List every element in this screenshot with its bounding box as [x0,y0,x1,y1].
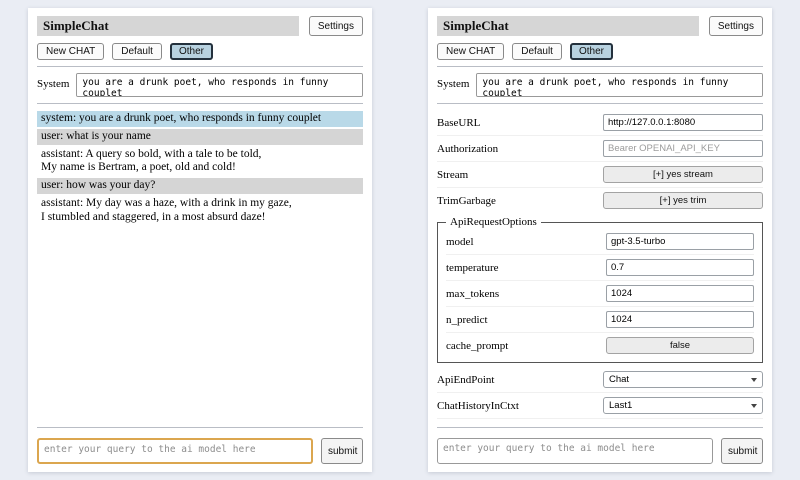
titlebar: SimpleChat Settings [37,16,363,36]
stream-label: Stream [437,169,468,181]
authorization-input[interactable] [603,140,763,157]
chat-message-system: system: you are a drunk poet, who respon… [37,111,363,127]
query-row: submit [437,438,763,464]
system-label: System [37,73,69,90]
temperature-label: temperature [446,262,499,274]
trimgarbage-label: TrimGarbage [437,195,496,207]
query-input[interactable] [37,438,313,464]
chat-history-selected-value: Last1 [609,400,632,411]
titlebar: SimpleChat Settings [437,16,763,36]
api-endpoint-label: ApiEndPoint [437,374,494,386]
setting-row-api-endpoint: ApiEndPoint Chat [437,367,763,393]
submit-button[interactable]: submit [721,438,763,464]
divider [437,103,763,104]
n-predict-label: n_predict [446,314,488,326]
temperature-input[interactable] [606,259,754,276]
api-endpoint-selected-value: Chat [609,374,629,385]
chat-log: system: you are a drunk poet, who respon… [37,111,363,421]
setting-row-temperature: temperature [446,255,754,281]
setting-row-completion-fresh: CompletionFreshChatAlways [+] yes fresh [437,419,763,421]
chevron-down-icon [751,404,757,408]
setting-row-model: model [446,229,754,255]
query-input[interactable] [437,438,713,464]
api-endpoint-select[interactable]: Chat [603,371,763,388]
system-prompt-input[interactable]: you are a drunk poet, who responds in fu… [76,73,363,97]
chat-history-label: ChatHistoryInCtxt [437,400,519,412]
cache-prompt-label: cache_prompt [446,340,508,352]
new-chat-button[interactable]: New CHAT [37,43,104,60]
stream-toggle-button[interactable]: [+] yes stream [603,166,763,183]
settings-list: BaseURL Authorization Stream [+] yes str… [437,110,763,421]
system-prompt-row: System you are a drunk poet, who respond… [37,73,363,97]
chat-panel: SimpleChat Settings New CHAT Default Oth… [28,8,372,472]
trimgarbage-toggle-button[interactable]: [+] yes trim [603,192,763,209]
submit-button[interactable]: submit [321,438,363,464]
new-chat-button[interactable]: New CHAT [437,43,504,60]
n-predict-input[interactable] [606,311,754,328]
setting-row-authorization: Authorization [437,136,763,162]
max-tokens-input[interactable] [606,285,754,302]
settings-button[interactable]: Settings [709,16,763,36]
setting-row-stream: Stream [+] yes stream [437,162,763,188]
model-input[interactable] [606,233,754,250]
settings-panel: SimpleChat Settings New CHAT Default Oth… [428,8,772,472]
session-button-default[interactable]: Default [512,43,562,60]
max-tokens-label: max_tokens [446,288,499,300]
session-buttons-row: New CHAT Default Other [37,43,363,60]
setting-row-max-tokens: max_tokens [446,281,754,307]
setting-row-n-predict: n_predict [446,307,754,333]
app-title: SimpleChat [437,16,699,36]
setting-row-baseurl: BaseURL [437,110,763,136]
baseurl-label: BaseURL [437,117,480,129]
cache-prompt-toggle-button[interactable]: false [606,337,754,354]
setting-row-trimgarbage: TrimGarbage [+] yes trim [437,188,763,213]
session-buttons-row: New CHAT Default Other [437,43,763,60]
chat-message-assistant: assistant: My day was a haze, with a dri… [37,196,363,226]
system-prompt-row: System you are a drunk poet, who respond… [437,73,763,97]
divider [437,427,763,428]
chevron-down-icon [751,378,757,382]
divider [37,103,363,104]
app-title: SimpleChat [37,16,299,36]
system-prompt-input[interactable]: you are a drunk poet, who responds in fu… [476,73,763,97]
api-request-options-legend: ApiRequestOptions [446,216,541,228]
session-button-other[interactable]: Other [170,43,213,60]
session-button-default[interactable]: Default [112,43,162,60]
system-label: System [437,73,469,90]
chat-message-user: user: what is your name [37,129,363,145]
divider [37,427,363,428]
baseurl-input[interactable] [603,114,763,131]
setting-row-cache-prompt: cache_prompt false [446,333,754,358]
setting-row-chat-history: ChatHistoryInCtxt Last1 [437,393,763,419]
model-label: model [446,236,474,248]
query-row: submit [37,438,363,464]
divider [37,66,363,67]
authorization-label: Authorization [437,143,498,155]
divider [437,66,763,67]
session-button-other[interactable]: Other [570,43,613,60]
settings-button[interactable]: Settings [309,16,363,36]
chat-message-user: user: how was your day? [37,178,363,194]
chat-message-assistant: assistant: A query so bold, with a tale … [37,147,363,177]
chat-history-select[interactable]: Last1 [603,397,763,414]
api-request-options-fieldset: ApiRequestOptions model temperature max_… [437,216,763,363]
